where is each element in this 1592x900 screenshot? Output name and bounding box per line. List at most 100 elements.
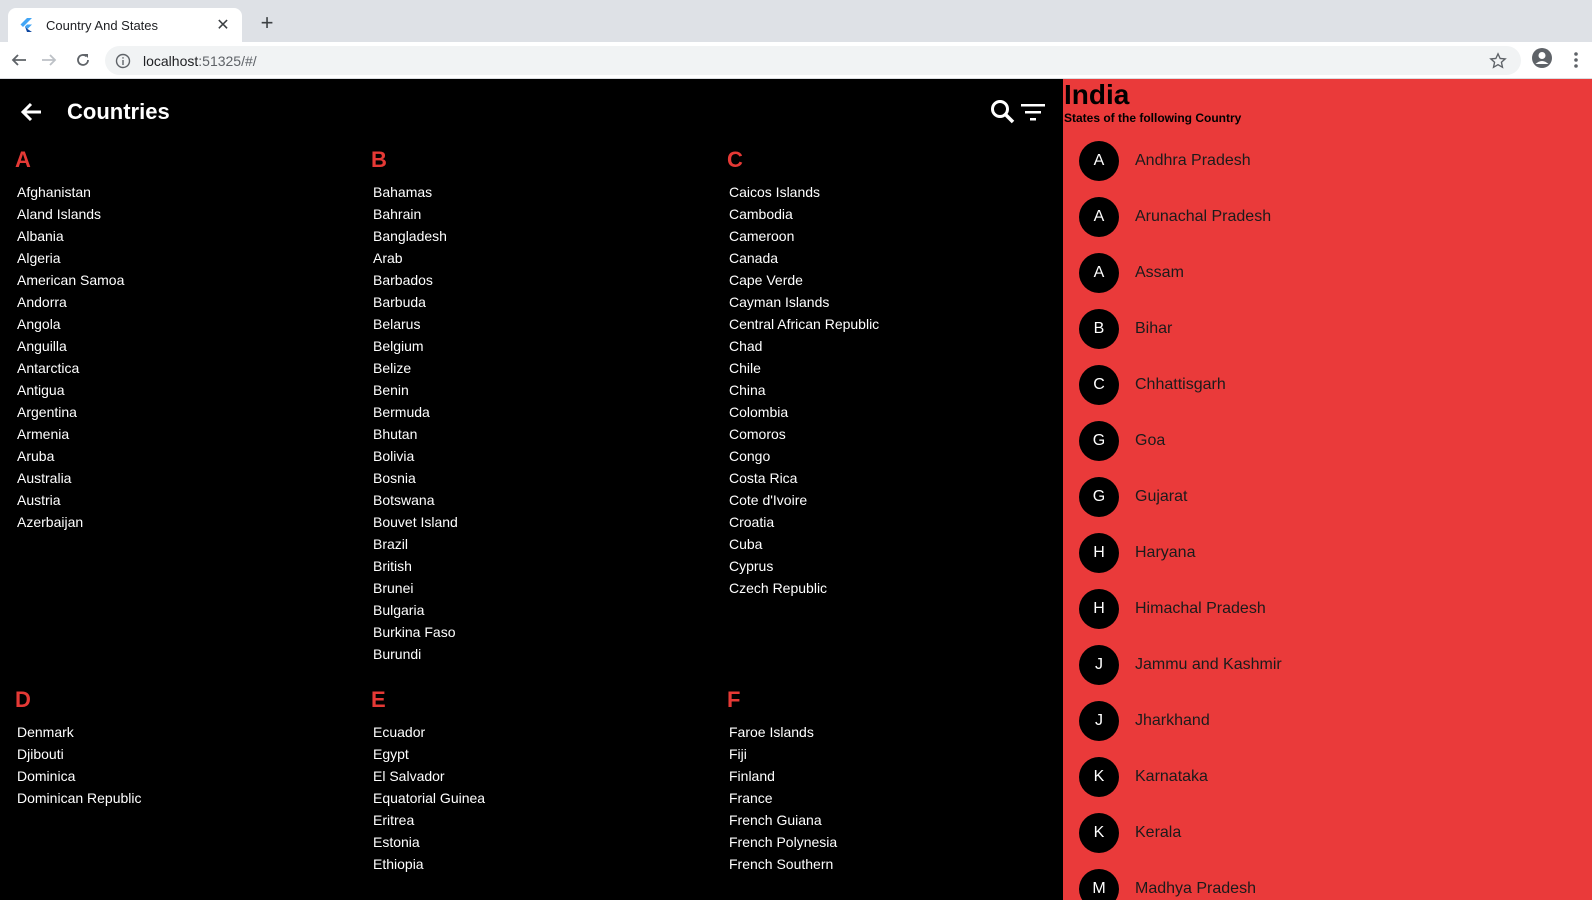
country-item[interactable]: Denmark: [17, 721, 142, 743]
country-item[interactable]: Cote d'Ivoire: [729, 489, 879, 511]
country-item[interactable]: Colombia: [729, 401, 879, 423]
state-item[interactable]: A Andhra Pradesh: [1079, 133, 1282, 189]
country-item[interactable]: Bouvet Island: [373, 511, 458, 533]
country-item[interactable]: El Salvador: [373, 765, 485, 787]
state-item[interactable]: G Goa: [1079, 413, 1282, 469]
new-tab-icon[interactable]: +: [254, 10, 280, 36]
profile-icon[interactable]: [1531, 47, 1553, 69]
country-item[interactable]: French Southern: [729, 853, 837, 875]
country-item[interactable]: Angola: [17, 313, 124, 335]
close-tab-icon[interactable]: ✕: [214, 15, 232, 35]
back-icon[interactable]: [6, 47, 32, 73]
country-item[interactable]: Chile: [729, 357, 879, 379]
country-item[interactable]: Azerbaijan: [17, 511, 124, 533]
more-menu-icon[interactable]: [1568, 47, 1584, 73]
country-item[interactable]: Cape Verde: [729, 269, 879, 291]
state-item[interactable]: H Haryana: [1079, 525, 1282, 581]
country-item[interactable]: Bolivia: [373, 445, 458, 467]
state-item[interactable]: A Arunachal Pradesh: [1079, 189, 1282, 245]
state-item[interactable]: K Kerala: [1079, 805, 1282, 861]
state-item[interactable]: B Bihar: [1079, 301, 1282, 357]
country-item[interactable]: Argentina: [17, 401, 124, 423]
country-item[interactable]: Bahrain: [373, 203, 458, 225]
filter-icon[interactable]: [1020, 101, 1046, 123]
country-item[interactable]: Bermuda: [373, 401, 458, 423]
country-item[interactable]: Comoros: [729, 423, 879, 445]
country-item[interactable]: Andorra: [17, 291, 124, 313]
state-item[interactable]: H Himachal Pradesh: [1079, 581, 1282, 637]
country-item[interactable]: Bosnia: [373, 467, 458, 489]
state-item[interactable]: K Karnataka: [1079, 749, 1282, 805]
forward-icon[interactable]: [36, 47, 62, 73]
country-item[interactable]: Ecuador: [373, 721, 485, 743]
country-item[interactable]: Belize: [373, 357, 458, 379]
country-item[interactable]: Cuba: [729, 533, 879, 555]
state-item[interactable]: G Gujarat: [1079, 469, 1282, 525]
country-item[interactable]: Burkina Faso: [373, 621, 458, 643]
country-item[interactable]: French Polynesia: [729, 831, 837, 853]
search-icon[interactable]: [990, 99, 1016, 125]
country-item[interactable]: Dominica: [17, 765, 142, 787]
country-item[interactable]: Botswana: [373, 489, 458, 511]
bookmark-star-icon[interactable]: [1489, 52, 1507, 70]
state-item[interactable]: C Chhattisgarh: [1079, 357, 1282, 413]
state-item[interactable]: J Jammu and Kashmir: [1079, 637, 1282, 693]
country-item[interactable]: Djibouti: [17, 743, 142, 765]
state-item[interactable]: A Assam: [1079, 245, 1282, 301]
country-item[interactable]: Aruba: [17, 445, 124, 467]
country-item[interactable]: Cayman Islands: [729, 291, 879, 313]
country-item[interactable]: Dominican Republic: [17, 787, 142, 809]
country-item[interactable]: Brunei: [373, 577, 458, 599]
country-item[interactable]: France: [729, 787, 837, 809]
reload-icon[interactable]: [70, 47, 96, 73]
country-item[interactable]: Arab: [373, 247, 458, 269]
country-item[interactable]: French Guiana: [729, 809, 837, 831]
country-item[interactable]: Anguilla: [17, 335, 124, 357]
country-item[interactable]: Antigua: [17, 379, 124, 401]
country-item[interactable]: Croatia: [729, 511, 879, 533]
country-item[interactable]: Cambodia: [729, 203, 879, 225]
country-item[interactable]: Faroe Islands: [729, 721, 837, 743]
country-item[interactable]: Afghanistan: [17, 181, 124, 203]
country-item[interactable]: Barbados: [373, 269, 458, 291]
info-icon[interactable]: [115, 53, 131, 69]
country-item[interactable]: Bhutan: [373, 423, 458, 445]
country-item[interactable]: American Samoa: [17, 269, 124, 291]
country-item[interactable]: Belarus: [373, 313, 458, 335]
country-item[interactable]: Fiji: [729, 743, 837, 765]
country-item[interactable]: Armenia: [17, 423, 124, 445]
country-item[interactable]: Equatorial Guinea: [373, 787, 485, 809]
address-bar[interactable]: localhost:51325/#/: [105, 46, 1521, 75]
country-item[interactable]: Costa Rica: [729, 467, 879, 489]
country-item[interactable]: Caicos Islands: [729, 181, 879, 203]
country-item[interactable]: Cyprus: [729, 555, 879, 577]
back-arrow-icon[interactable]: [20, 100, 44, 124]
country-item[interactable]: Egypt: [373, 743, 485, 765]
country-item[interactable]: Austria: [17, 489, 124, 511]
country-item[interactable]: Burundi: [373, 643, 458, 665]
country-item[interactable]: British: [373, 555, 458, 577]
country-item[interactable]: Aland Islands: [17, 203, 124, 225]
state-item[interactable]: M Madhya Pradesh: [1079, 861, 1282, 900]
country-item[interactable]: Congo: [729, 445, 879, 467]
country-item[interactable]: Albania: [17, 225, 124, 247]
country-item[interactable]: Czech Republic: [729, 577, 879, 599]
country-item[interactable]: Brazil: [373, 533, 458, 555]
country-item[interactable]: Bahamas: [373, 181, 458, 203]
country-item[interactable]: Eritrea: [373, 809, 485, 831]
country-item[interactable]: Central African Republic: [729, 313, 879, 335]
country-item[interactable]: Barbuda: [373, 291, 458, 313]
country-item[interactable]: Chad: [729, 335, 879, 357]
country-item[interactable]: Belgium: [373, 335, 458, 357]
country-item[interactable]: Cameroon: [729, 225, 879, 247]
country-item[interactable]: Benin: [373, 379, 458, 401]
browser-tab[interactable]: Country And States ✕: [8, 8, 242, 42]
country-item[interactable]: China: [729, 379, 879, 401]
country-item[interactable]: Finland: [729, 765, 837, 787]
country-item[interactable]: Ethiopia: [373, 853, 485, 875]
country-item[interactable]: Algeria: [17, 247, 124, 269]
country-item[interactable]: Canada: [729, 247, 879, 269]
country-item[interactable]: Estonia: [373, 831, 485, 853]
country-item[interactable]: Antarctica: [17, 357, 124, 379]
country-item[interactable]: Bangladesh: [373, 225, 458, 247]
